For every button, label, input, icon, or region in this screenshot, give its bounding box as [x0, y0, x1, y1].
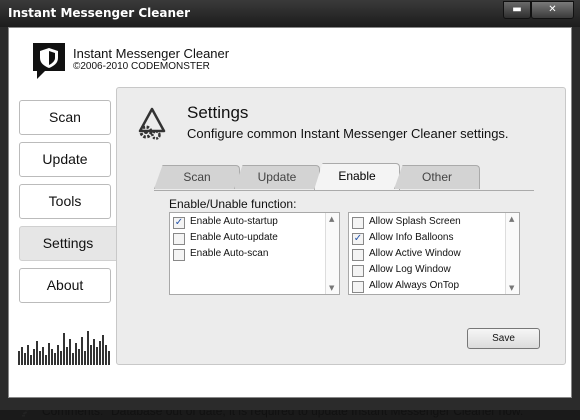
settings-gears-icon [138, 107, 166, 140]
option-label: Allow Splash Screen [369, 216, 461, 227]
nav-item-about[interactable]: About [19, 268, 111, 303]
scroll-down-icon[interactable]: ▼ [329, 284, 334, 292]
left-list-scrollbar[interactable]: ▲ ▼ [325, 213, 339, 294]
nav-item-settings[interactable]: Settings [19, 226, 117, 261]
settings-tabs: Scan Update Enable Other [154, 163, 534, 191]
equalizer-icon [18, 331, 110, 365]
tab-divider [154, 190, 534, 191]
save-button[interactable]: Save [467, 328, 540, 349]
panel-title: Settings [187, 103, 249, 122]
checkbox-active-window[interactable] [352, 249, 364, 261]
app-name: Instant Messenger Cleaner [73, 46, 230, 61]
tab-other[interactable]: Other [394, 165, 480, 189]
scroll-down-icon[interactable]: ▼ [509, 284, 514, 292]
copyright: ©2006-2010 CODEMONSTER [73, 61, 210, 72]
settings-panel: Settings Configure common Instant Messen… [116, 87, 566, 365]
checkbox-auto-update[interactable] [173, 233, 185, 245]
window-bottom-edge [0, 398, 580, 410]
checkbox-log-window[interactable] [352, 265, 364, 277]
enable-options-list: ✓ Enable Auto-startup Enable Auto-update… [169, 212, 340, 295]
tab-enable[interactable]: Enable [314, 163, 400, 190]
right-list-scrollbar[interactable]: ▲ ▼ [505, 213, 519, 294]
nav-item-update[interactable]: Update [19, 142, 111, 177]
panel-description: Configure common Instant Messenger Clean… [187, 126, 509, 141]
option-label: Allow Always OnTop [369, 280, 460, 291]
minimize-button[interactable]: ▬ [503, 1, 531, 19]
client-area: Instant Messenger Cleaner ©2006-2010 COD… [8, 27, 572, 418]
option-label: Enable Auto-update [190, 232, 278, 243]
title-bar[interactable]: Instant Messenger Cleaner ▬ ✕ [0, 0, 580, 27]
checkbox-always-ontop[interactable] [352, 281, 364, 293]
allow-options-list: Allow Splash Screen ✓ Allow Info Balloon… [348, 212, 520, 295]
checkbox-auto-startup[interactable]: ✓ [173, 217, 185, 229]
option-label: Allow Log Window [369, 264, 451, 275]
nav-item-tools[interactable]: Tools [19, 184, 111, 219]
scroll-up-icon[interactable]: ▲ [329, 215, 334, 223]
option-label: Enable Auto-startup [190, 216, 278, 227]
scroll-up-icon[interactable]: ▲ [509, 215, 514, 223]
tab-update[interactable]: Update [234, 165, 320, 189]
section-label: Enable/Unable function: [169, 197, 297, 211]
tab-scan[interactable]: Scan [154, 165, 240, 189]
checkbox-info-balloons[interactable]: ✓ [352, 233, 364, 245]
close-button[interactable]: ✕ [531, 1, 574, 19]
window-title: Instant Messenger Cleaner [8, 6, 191, 20]
checkbox-splash-screen[interactable] [352, 217, 364, 229]
shield-logo-icon [33, 43, 65, 79]
nav-item-scan[interactable]: Scan [19, 100, 111, 135]
option-label: Enable Auto-scan [190, 248, 269, 259]
option-label: Allow Active Window [369, 248, 461, 259]
app-window: Instant Messenger Cleaner ▬ ✕ Instant Me… [0, 0, 580, 418]
checkbox-auto-scan[interactable] [173, 249, 185, 261]
option-label: Allow Info Balloons [369, 232, 454, 243]
